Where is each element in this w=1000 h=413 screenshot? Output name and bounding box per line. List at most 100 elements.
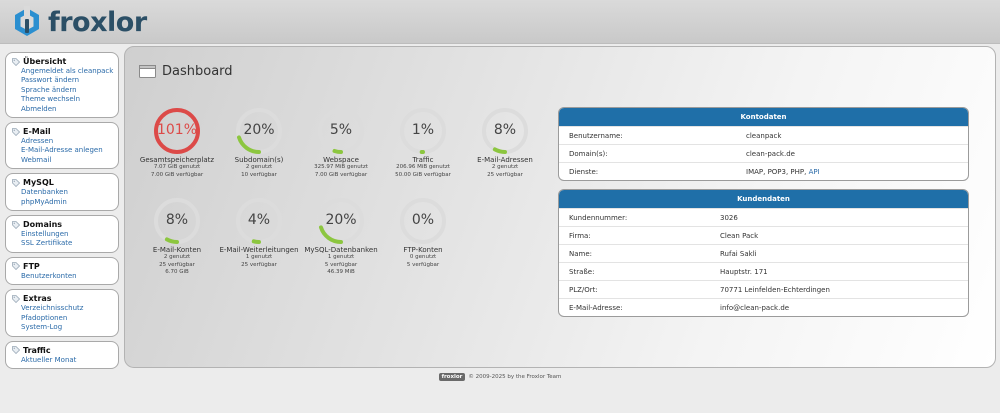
gauge-detail: 7.00 GiB verfügbar [314, 171, 368, 178]
nav-section-label: Übersicht [23, 57, 67, 66]
page-title-text: Dashboard [162, 64, 233, 79]
kontodaten-header: Kontodaten [559, 108, 968, 126]
footer-copyright: © 2009-2025 by the Froxlor Team [468, 374, 562, 380]
gauge-percent: 8% [493, 122, 517, 138]
nav-link[interactable]: Theme wechseln [12, 95, 114, 104]
nav-section-title: FTP [12, 261, 114, 272]
gauge-percent: 5% [329, 122, 353, 138]
gauge-ftp-konten: 0% FTP-Konten 0 genutzt 5 verfügbar [383, 197, 463, 269]
nav-link[interactable]: Abmelden [12, 105, 114, 114]
app-name: froxlor [48, 6, 147, 38]
nav-link[interactable]: Verzeichnisschutz [12, 304, 114, 313]
nav-section: Übersicht Angemeldet als cleanpack Passwor… [5, 52, 119, 119]
nav-link[interactable]: Benutzerkonten [12, 272, 114, 281]
nav-section: Domains Einstellungen SSL Zertifikate [5, 215, 119, 253]
top-bar: froxlor [0, 0, 1000, 44]
tag-icon [12, 346, 20, 354]
gauge-detail: 7.07 GiB genutzt [153, 164, 201, 170]
kundendaten-header: Kundendaten [559, 190, 968, 208]
gauge-detail: 25 verfügbar [241, 261, 277, 268]
nav-link[interactable]: E-Mail-Adresse anlegen [12, 146, 114, 155]
nav-section-title: MySQL [12, 177, 114, 188]
nav-link[interactable]: SSL Zertifikate [12, 239, 114, 248]
gauge-title: FTP-Konten [403, 246, 443, 254]
gauge-percent: 20% [325, 212, 357, 228]
card-row-key: Straße: [569, 267, 595, 276]
gauge-detail: 1 genutzt [327, 254, 355, 260]
gauge-detail: 2 genutzt [163, 254, 191, 260]
gauge-e-mail-weiterleitungen: 4% E-Mail-Weiterleitungen 1 genutzt 25 verf… [219, 197, 299, 269]
gauge-title: Traffic [412, 156, 434, 164]
card-row-link[interactable]: API [809, 168, 820, 176]
gauge-title: E-Mail-Konten [152, 246, 202, 254]
gauge-title: Gesamtspeicherplatz [139, 156, 215, 164]
froxlor-logo[interactable]: froxlor [10, 5, 147, 39]
nav-link[interactable]: Passwort ändern [12, 76, 114, 85]
gauge-detail: 7.00 GiB verfügbar [150, 171, 204, 178]
gauge-percent: 4% [247, 212, 271, 228]
nav-section-title: E-Mail [12, 126, 114, 137]
gauge-title: Subdomain(s) [234, 156, 284, 164]
nav-link[interactable]: Angemeldet als cleanpack [12, 67, 114, 76]
main-panel: Dashboard Kontodaten Benutzername: cleanp… [124, 46, 996, 368]
nav-section-label: FTP [23, 261, 40, 271]
card-row-value-text: info@clean-pack.de [720, 303, 790, 312]
nav-link[interactable]: phpMyAdmin [12, 198, 114, 207]
nav-link[interactable]: Webmail [12, 156, 114, 165]
gauge-detail: 25 verfügbar [159, 261, 195, 268]
window-icon [139, 65, 156, 78]
gauge-detail: 46.39 MiB [327, 269, 355, 275]
card-row-key: E-Mail-Adresse: [569, 303, 623, 312]
footer-froxlor-badge[interactable]: froxlor [438, 373, 466, 381]
gauge-detail: 325.97 MiB genutzt [314, 164, 368, 170]
card-row-value-text: cleanpack [746, 131, 782, 140]
gauge-percent: 101% [156, 122, 198, 138]
gauge-gesamtspeicherplatz: 101% Gesamtspeicherplatz 7.07 GiB genutzt 7… [137, 107, 217, 179]
card-row-key: Benutzername: [569, 131, 623, 140]
nav-section: FTP Benutzerkonten [5, 256, 119, 286]
nav-link[interactable]: Einstellungen [12, 230, 114, 239]
gauge-detail: 50.00 GiB verfügbar [395, 171, 451, 178]
card-row: Domain(s): clean-pack.de [559, 144, 968, 162]
nav-section: E-Mail Adressen E-Mail-Adresse anlegen Webm… [5, 122, 119, 170]
sidebar-nav: Übersicht Angemeldet als cleanpack Passwor… [5, 52, 119, 373]
tag-icon [12, 220, 20, 229]
gauge-percent: 20% [243, 122, 275, 138]
card-row-key: Domain(s): [569, 149, 608, 158]
gauge-detail: 25 verfügbar [487, 171, 523, 178]
gauge-e-mail-konten: 8% E-Mail-Konten 2 genutzt 25 verfügbar 6.70… [137, 197, 217, 277]
gauge-detail: 6.70 GiB [165, 269, 189, 275]
tag-icon [12, 127, 20, 136]
nav-link[interactable]: System-Log [12, 323, 114, 332]
nav-link[interactable]: Adressen [12, 137, 114, 146]
tag-icon [12, 262, 20, 271]
gauge-subdomain-s-: 20% Subdomain(s) 2 genutzt 10 verfügbar [219, 107, 299, 179]
card-row-value-text: IMAP, POP3, PHP, [746, 167, 809, 176]
card-row-value-text: 3026 [720, 213, 738, 222]
card-row: Firma: Clean Pack [559, 226, 968, 244]
page-title: Dashboard [139, 64, 233, 79]
tag-icon [12, 57, 20, 66]
gauge-detail: 10 verfügbar [241, 171, 277, 178]
tag-icon [12, 294, 20, 303]
nav-section-label: MySQL [23, 178, 54, 188]
nav-link[interactable]: Aktueller Monat [12, 356, 114, 365]
nav-link[interactable]: Pfadoptionen [12, 314, 114, 323]
gauge-webspace: 5% Webspace 325.97 MiB genutzt 7.00 GiB ver… [301, 107, 381, 179]
gauge-detail: 206.96 MiB genutzt [396, 164, 450, 170]
nav-link[interactable]: Datenbanken [12, 188, 114, 197]
card-row: Name: Rufai Sakli [559, 244, 968, 262]
card-row-value: info@clean-pack.de [720, 304, 789, 312]
gauge-e-mail-adressen: 8% E-Mail-Adressen 2 genutzt 25 verfügbar [465, 107, 545, 179]
gauge-title: E-Mail-Weiterleitungen [219, 246, 299, 254]
card-row-value: cleanpack [746, 132, 781, 140]
card-row-value-text: Rufai Sakli [720, 249, 757, 258]
card-row-value-text: Clean Pack [720, 231, 759, 240]
gauge-detail: 5 verfügbar [324, 261, 358, 268]
nav-section: MySQL Datenbanken phpMyAdmin [5, 173, 119, 212]
logo-icon [15, 6, 39, 36]
nav-link[interactable]: Sprache ändern [12, 86, 114, 95]
card-row-key: Name: [569, 249, 593, 258]
gauge-detail: 2 genutzt [491, 164, 519, 170]
nav-section-title: Übersicht [12, 56, 114, 67]
